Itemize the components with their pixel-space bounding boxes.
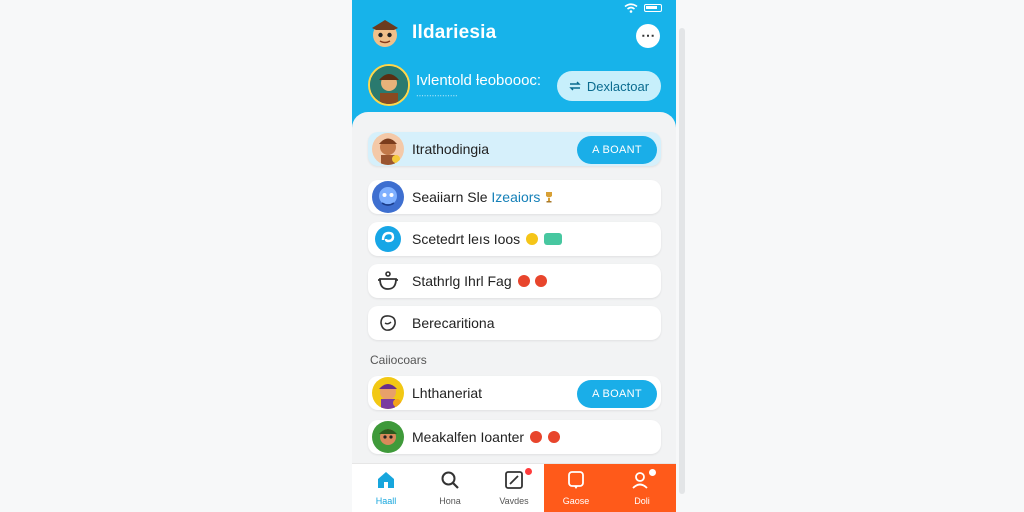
list-item-action-button[interactable]: A BOANT	[577, 380, 657, 408]
nav-label: Doli	[634, 496, 650, 506]
edit-icon	[505, 471, 523, 489]
nav-item-profile[interactable]: Doli	[608, 464, 676, 512]
heart-badge-icon	[547, 431, 560, 443]
more-menu-button[interactable]: ⋯	[636, 24, 660, 48]
nav-label: Hona	[439, 496, 461, 506]
profile-name: Ivlentold ƚeoboooc:	[416, 72, 542, 89]
leaf-outline-icon	[372, 307, 404, 339]
avatar-character-icon	[370, 66, 408, 104]
smiley-badge-icon	[526, 233, 539, 245]
list-item-label: Berecaritiona	[412, 315, 495, 331]
section-title: Caiiocoars	[370, 353, 427, 367]
search-icon	[441, 471, 459, 489]
list-item[interactable]: Berecaritiona	[368, 306, 661, 340]
nav-label: Gaose	[562, 496, 590, 506]
list-item-label: Meakalfen Ioanter	[412, 429, 560, 445]
nav-label: Haall	[375, 496, 397, 506]
list-item-label: Itrathodingia	[412, 141, 490, 157]
battery-icon	[644, 4, 662, 12]
scrollbar[interactable]	[679, 28, 685, 494]
profile-action-button[interactable]: Dexlactoar	[557, 71, 661, 101]
trophy-icon	[546, 192, 553, 203]
content-panel: Itrathodingia A BOANT Seaiiarn Sle Izeai…	[352, 112, 676, 512]
app-header: Ildariesia ⋯ Ivlentold ƚeoboooc: ᐧᐧᐧᐧᐧᐧᐧ…	[352, 0, 676, 130]
profile-subtitle: ᐧᐧᐧᐧᐧᐧᐧᐧᐧᐧᐧᐧᐧᐧᐧᐧ	[416, 91, 458, 101]
app-logo-icon	[372, 20, 398, 47]
heart-badge-icon	[517, 275, 530, 287]
list-item-label: Stathrlg Ihrl Fag	[412, 273, 548, 289]
list-item[interactable]: Itrathodingia A BOANT	[368, 132, 661, 166]
list-item-label-accent: Izeaiors	[491, 189, 541, 205]
chat-icon	[568, 471, 584, 489]
nav-item-chat[interactable]: Gaose	[544, 464, 608, 512]
green-character-icon	[372, 421, 404, 453]
avatar-character-icon	[372, 133, 404, 165]
heart-badge-icon	[535, 275, 548, 287]
list-item[interactable]: Meakalfen Ioanter	[368, 420, 661, 454]
heart-badge-icon	[529, 431, 542, 443]
nav-item-search[interactable]: Hona	[418, 464, 482, 512]
home-icon	[378, 472, 394, 488]
pot-icon	[372, 265, 404, 297]
list-item-label-text: Stathrlg Ihrl Fag	[412, 273, 512, 289]
list-item-action-button[interactable]: A BOANT	[577, 136, 657, 164]
list-item-label-text: Scetedrt leıs Ioos	[412, 231, 521, 247]
phone-screen: Ildariesia ⋯ Ivlentold ƚeoboooc: ᐧᐧᐧᐧᐧᐧᐧ…	[352, 0, 676, 512]
list-item[interactable]: Scetedrt leıs Ioos	[368, 222, 661, 256]
profile-action-label: Dexlactoar	[586, 78, 650, 94]
avatar-blue-character-icon	[372, 181, 404, 213]
list-item-label: Seaiiarn Sle Izeaiors	[412, 189, 554, 205]
nav-item-edit[interactable]: Vavdes	[482, 464, 546, 512]
nav-label: Vavdes	[499, 496, 529, 506]
list-item-label: Scetedrt leıs Ioos	[412, 231, 562, 247]
tag-badge-icon	[543, 233, 562, 245]
notification-dot	[525, 468, 532, 475]
notification-dot	[649, 469, 656, 476]
list-item[interactable]: Lhthaneriat A BOANT	[368, 376, 661, 410]
list-item[interactable]: Stathrlg Ihrl Fag	[368, 264, 661, 298]
swap-icon	[569, 81, 581, 91]
profile-icon	[632, 472, 648, 489]
wifi-icon	[624, 3, 638, 13]
list-item-label-text: Meakalfen Ioanter	[412, 429, 525, 445]
blue-swirl-icon	[372, 223, 404, 255]
list-item[interactable]: Seaiiarn Sle Izeaiors	[368, 180, 661, 214]
bottom-navigation: Haall Hona Vavdes Gaose Doli	[352, 463, 676, 512]
list-item-label: Lhthaneriat	[412, 385, 483, 401]
yellow-character-icon	[372, 377, 404, 409]
app-title: Ildariesia	[412, 22, 497, 43]
list-item-label-text: Seaiiarn Sle	[412, 189, 492, 205]
nav-item-home[interactable]: Haall	[354, 464, 418, 512]
profile-avatar[interactable]	[368, 64, 410, 106]
